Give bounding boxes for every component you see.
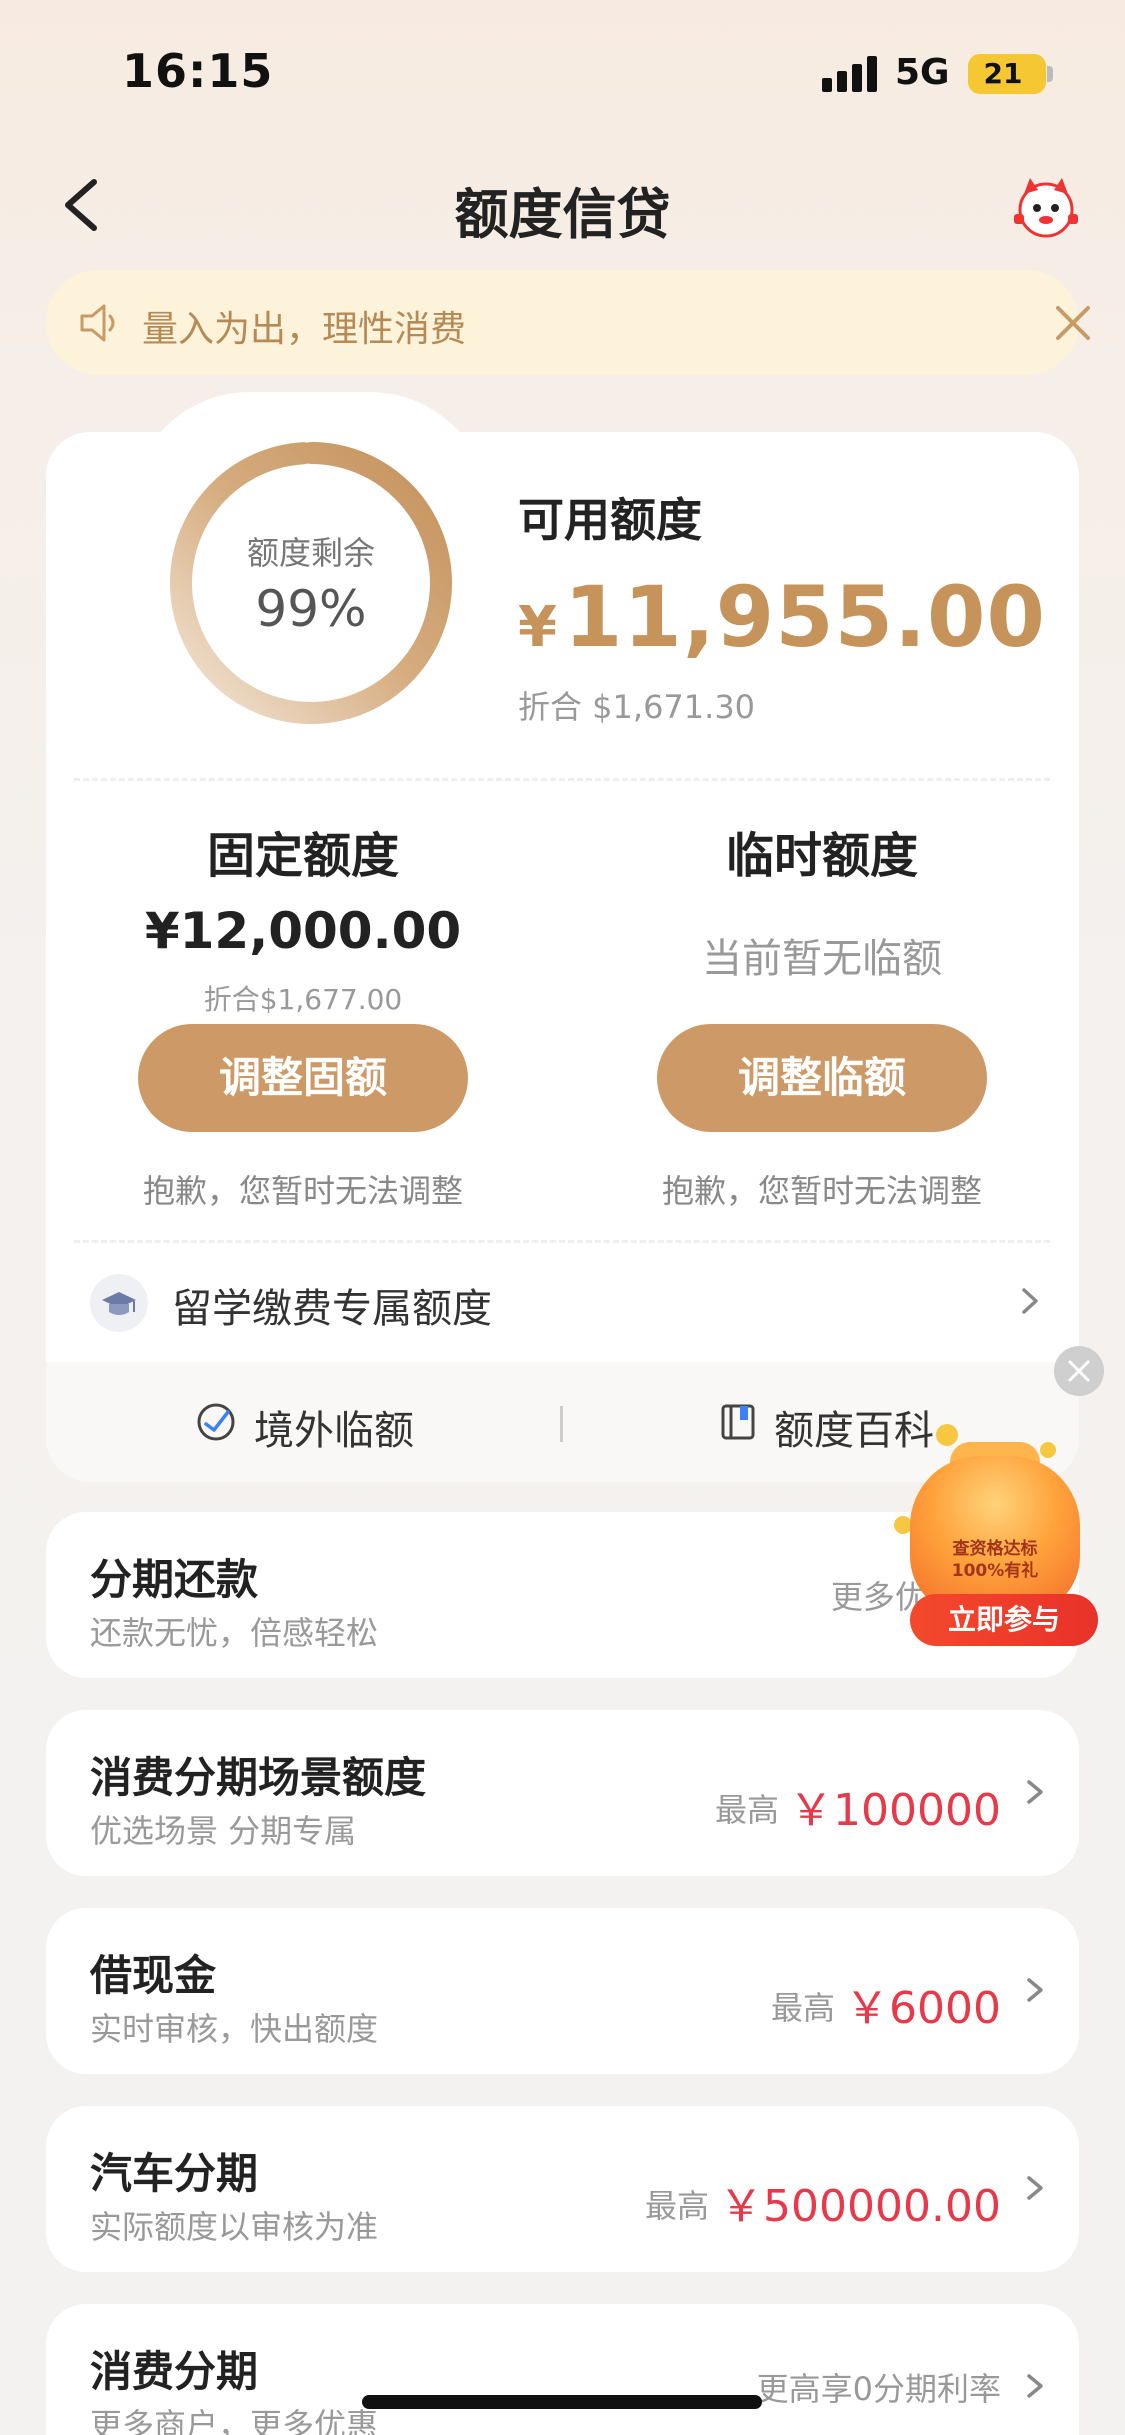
consumer-scene-quota-card[interactable]: 消费分期场景额度 优选场景 分期专属 最高 ￥100000	[46, 1710, 1079, 1876]
fixed-adjust-note: 抱歉，您暂时无法调整	[142, 1172, 463, 1210]
available-amount: ¥11,955.00	[518, 568, 1046, 666]
close-icon	[1056, 306, 1090, 340]
card-title: 消费分期	[90, 2347, 259, 2396]
available-amount-value: 11,955.00	[563, 568, 1046, 666]
car-installment-card[interactable]: 汽车分期 实际额度以审核为准 最高 ￥500000.00	[46, 2106, 1079, 2272]
card-right-prefix: 更高享0分期利率	[756, 2370, 1001, 2408]
book-icon	[721, 1404, 755, 1440]
card-right-text: 最高 ￥6000	[771, 1968, 1001, 2034]
fixed-quota-amount: ¥12,000.00	[144, 902, 462, 960]
divider	[74, 1240, 1050, 1243]
mascot-button[interactable]	[1008, 170, 1084, 246]
temporary-quota-status: 当前暂无临额	[702, 936, 942, 982]
divider	[74, 778, 1050, 781]
fixed-quota-title: 固定额度	[206, 828, 399, 884]
available-conversion: 折合 $1,671.30	[518, 688, 756, 726]
card-right-value: ￥500000.00	[719, 2181, 1001, 2232]
battery-tip	[1047, 66, 1053, 82]
card-subtitle: 实时审核，快出额度	[90, 2010, 379, 2048]
chevron-right-icon	[1027, 2374, 1043, 2398]
chevron-right-icon	[1027, 2176, 1043, 2200]
battery-level: 21	[983, 57, 1023, 90]
consumer-installment-card[interactable]: 消费分期 更多商户，更多优惠 更高享0分期利率	[46, 2304, 1079, 2435]
signal-icon	[822, 56, 882, 92]
study-abroad-label: 留学缴费专属额度	[172, 1286, 492, 1332]
promo-bag-text: 查资格达标 100%有礼	[910, 1538, 1080, 1582]
speaker-icon	[80, 304, 115, 342]
notice-text: 量入为出，理性消费	[142, 309, 467, 350]
chevron-right-icon	[1027, 1978, 1043, 2002]
card-title: 分期还款	[90, 1555, 259, 1604]
card-title: 借现金	[90, 1951, 217, 2000]
promo-close-button[interactable]	[1054, 1346, 1104, 1396]
footer-divider	[560, 1406, 563, 1442]
temporary-adjust-note: 抱歉，您暂时无法调整	[661, 1172, 982, 1210]
nav-bar: 额度信贷	[0, 150, 1125, 260]
chevron-right-icon	[1022, 1288, 1038, 1314]
card-right-text: 更高享0分期利率	[757, 2364, 1001, 2410]
close-icon	[1068, 1360, 1090, 1382]
mascot-icon	[1014, 178, 1078, 238]
chevron-right-icon	[1027, 1780, 1043, 1804]
card-subtitle: 更多商户，更多优惠	[90, 2406, 379, 2435]
card-right-text: 最高 ￥100000	[715, 1770, 1001, 1836]
available-label: 可用额度	[518, 493, 702, 547]
coin-decoration	[936, 1424, 958, 1446]
card-right-text: 最高 ￥500000.00	[645, 2166, 1001, 2232]
join-now-button[interactable]: 立即参与	[910, 1594, 1098, 1646]
overseas-quota-link[interactable]: 境外临额	[254, 1398, 414, 1456]
page-title: 额度信贷	[454, 183, 671, 246]
fixed-quota-conversion: 折合$1,677.00	[203, 983, 403, 1016]
study-abroad-row[interactable]: 留学缴费专属额度	[46, 1246, 1079, 1356]
card-subtitle: 实际额度以审核为准	[90, 2208, 379, 2246]
status-bar: 16:15 5G 21	[0, 0, 1125, 150]
promo-bag-line2: 100%有礼	[951, 1561, 1039, 1581]
home-indicator	[362, 2395, 762, 2409]
overseas-quota-icon	[197, 1403, 235, 1441]
notice-bar: 量入为出，理性消费	[46, 270, 1090, 375]
coin-decoration	[1040, 1442, 1056, 1458]
card-right-value: ￥100000	[789, 1785, 1001, 1836]
card-subtitle: 还款无忧，倍感轻松	[90, 1614, 379, 1652]
ring-value: 99%	[255, 580, 367, 638]
borrow-cash-card[interactable]: 借现金 实时审核，快出额度 最高 ￥6000	[46, 1908, 1079, 2074]
currency-symbol: ¥	[518, 595, 558, 660]
status-time: 16:15	[122, 44, 274, 98]
promo-widget[interactable]: 查资格达标 100%有礼 立即参与	[880, 1416, 1102, 1652]
adjust-temporary-button[interactable]: 调整临额	[657, 1024, 987, 1132]
adjust-fixed-button[interactable]: 调整固额	[138, 1024, 468, 1132]
graduation-cap-icon	[90, 1274, 148, 1332]
card-right-prefix: 最高	[715, 1791, 780, 1829]
notice-close-button[interactable]	[1046, 270, 1125, 375]
money-bag-icon	[910, 1456, 1080, 1616]
card-title: 消费分期场景额度	[90, 1753, 427, 1802]
temporary-quota-title: 临时额度	[725, 828, 918, 884]
network-type: 5G	[895, 52, 950, 93]
promo-bag-line1: 查资格达标	[952, 1539, 1038, 1559]
card-right-prefix: 最高	[645, 2187, 710, 2225]
card-right-prefix: 最高	[771, 1989, 836, 2027]
card-right-value: ￥6000	[845, 1983, 1001, 2034]
ring-label: 额度剩余	[246, 534, 375, 572]
card-subtitle: 优选场景 分期专属	[90, 1812, 357, 1850]
card-title: 汽车分期	[90, 2149, 259, 2198]
